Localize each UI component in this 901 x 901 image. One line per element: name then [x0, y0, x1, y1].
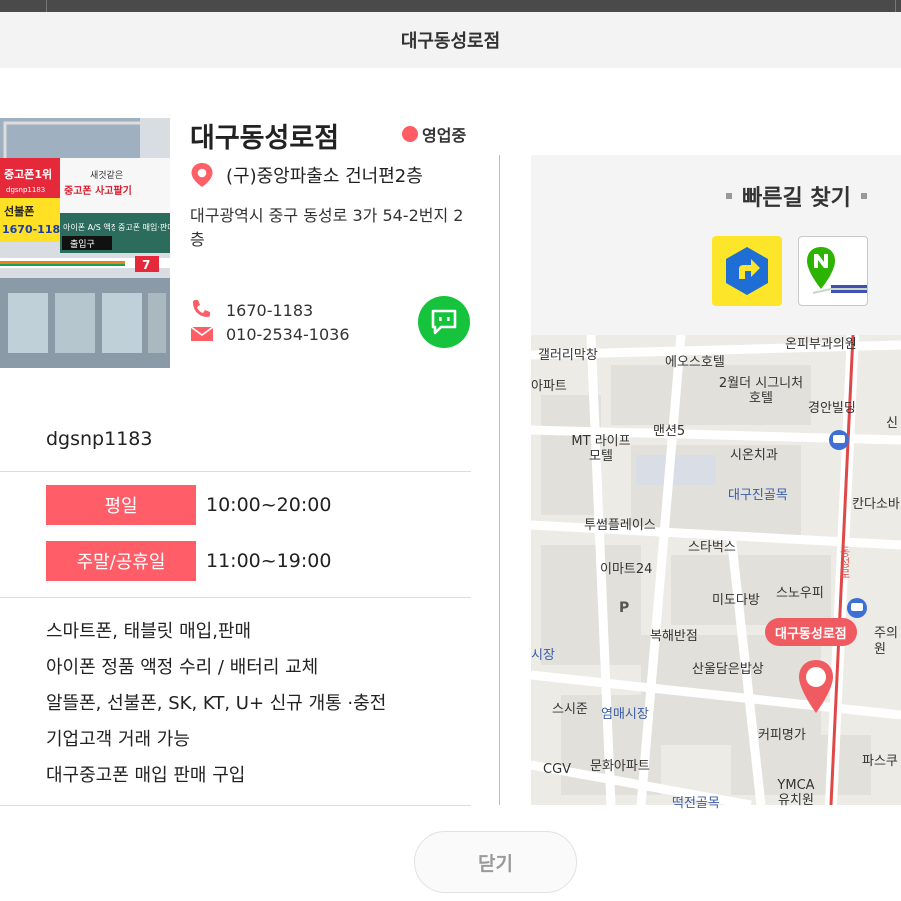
location-pin-icon: [191, 163, 213, 187]
weekday-tag: 평일: [46, 485, 196, 525]
sign-site: dgsnp1183: [6, 186, 45, 194]
quick-route-title: 빠른길 찾기: [716, 180, 877, 212]
svg-text:7: 7: [142, 258, 150, 272]
map-label: 이마트24: [600, 562, 653, 577]
kakaonavi-icon: [726, 247, 768, 295]
map-label: 2월더 시그니처호텔: [718, 376, 804, 406]
weekday-hours: 10:00~20:00: [206, 494, 332, 516]
map-label: MT 라이프모텔: [571, 434, 631, 464]
phone-icon: [193, 300, 210, 317]
map-label: CGV: [543, 762, 572, 777]
talk-icon: [431, 309, 457, 335]
map-label: 갤러리막창: [538, 348, 598, 363]
address-main-row: (구)중앙파출소 건너편2층: [190, 162, 423, 188]
open-status: 영업중: [402, 122, 466, 146]
map-label: 칸다소바: [852, 497, 900, 512]
map-label: 커피명가: [758, 728, 806, 743]
map-label: 염매시장: [601, 707, 649, 722]
phone-number: 1670-1183: [226, 300, 314, 320]
svg-text:P: P: [619, 600, 629, 616]
close-button[interactable]: 닫기: [414, 831, 577, 893]
map-marker-label[interactable]: 대구동성로점: [765, 618, 857, 646]
sign-entrance: 출입구: [70, 238, 95, 250]
map-label: 경안빌딩: [808, 401, 856, 416]
column-divider: [499, 155, 500, 805]
map-label: 동성로: [838, 546, 851, 579]
sign-top: 새것같은: [90, 169, 123, 181]
map-label: 파스쿠: [862, 754, 898, 769]
row-divider: [0, 597, 471, 598]
top-window-strip: [0, 0, 901, 12]
strip-divider: [895, 0, 896, 12]
weekend-tag: 주말/공휴일: [46, 541, 196, 581]
service-item: 대구중고폰 매입 판매 구입: [46, 765, 246, 786]
service-item: 스마트폰, 태블릿 매입,판매: [46, 621, 252, 642]
map-label: 시온치과: [730, 448, 778, 463]
map-label: 문화아파트: [590, 759, 650, 774]
talk-chat-button[interactable]: [418, 296, 470, 348]
map-label: 시장: [531, 648, 555, 663]
mobile-number: 010-2534-1036: [226, 324, 350, 344]
open-status-label: 영업중: [422, 126, 467, 145]
address-detail: 대구광역시 중구 동성로 3가 54-2번지 2층: [190, 206, 464, 249]
sign-trade: 중고폰 매입·판매: [118, 223, 170, 232]
mobile-row[interactable]: 010-2534-1036: [190, 324, 350, 344]
sign-phone-label: 선불폰: [4, 204, 34, 218]
map-label: 스시준: [552, 702, 588, 717]
status-dot-icon: [402, 126, 418, 142]
sign-rank: 중고폰1위: [4, 168, 52, 181]
map-label: 아파트: [531, 379, 567, 394]
row-divider: [0, 805, 471, 806]
weekend-hours: 11:00~19:00: [206, 550, 332, 572]
store-talk-id: dgsnp1183: [46, 428, 153, 450]
service-item: 기업고객 거래 가능: [46, 729, 190, 750]
map-label: 스노우피: [776, 586, 824, 601]
address-main: (구)중앙파출소 건너편2층: [226, 166, 423, 187]
sign-brand: 중고폰 사고팔기: [64, 184, 132, 197]
map-label: 산울담은밥상: [692, 662, 764, 677]
modal-title: 대구동성로점: [400, 31, 501, 52]
map-label: 맨션5: [653, 424, 686, 439]
store-photo: 중고폰1위 dgsnp1183 새것같은 중고폰 사고팔기 선불폰 1670-1…: [0, 118, 170, 368]
title-bullet-icon: [860, 193, 867, 199]
store-name: 대구동성로점: [190, 123, 340, 154]
quick-route-title-text: 빠른길 찾기: [742, 186, 851, 211]
map-label: 신: [886, 416, 898, 431]
phone-row[interactable]: 1670-1183: [190, 300, 313, 320]
navermap-button[interactable]: [798, 236, 868, 306]
strip-divider: [46, 0, 47, 12]
map-label: 주의원: [874, 626, 898, 657]
map-label: 스타벅스: [688, 540, 736, 555]
map-label: 미도다방: [712, 593, 760, 608]
map-label: 대구진골목: [728, 488, 788, 503]
map-label: 투썸플레이스: [584, 518, 656, 533]
map-label: 떡전골목: [672, 796, 720, 811]
modal-header: 대구동성로점: [0, 12, 901, 68]
map-label: 복해반점: [650, 629, 698, 644]
service-item: 아이폰 정품 액정 수리 / 배터리 교체: [46, 657, 319, 678]
kakaonavi-button[interactable]: [712, 236, 782, 306]
title-bullet-icon: [726, 193, 732, 199]
navermap-icon: [807, 247, 867, 294]
service-item: 알뜰폰, 선불폰, SK, KT, U+ 신규 개통 ·충전: [46, 693, 387, 714]
map-label: 에오스호텔: [665, 355, 725, 370]
row-divider: [0, 471, 471, 472]
sign-phone: 1670-1183: [2, 223, 68, 236]
mail-icon: [190, 326, 214, 341]
map-label: 온피부과의원: [785, 337, 857, 352]
map-label: YMCA 유치원: [777, 778, 815, 808]
